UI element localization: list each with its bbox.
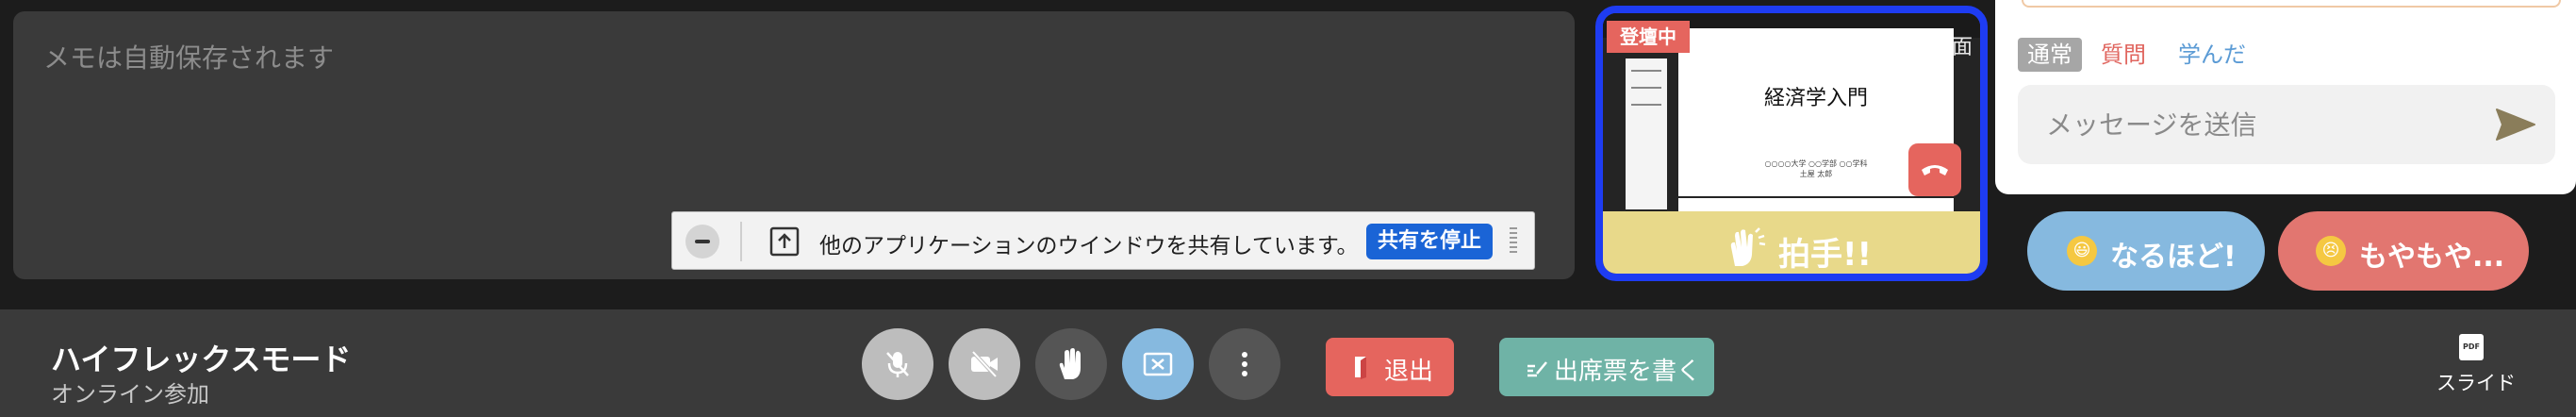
leave-button[interactable]: 退出 <box>1326 338 1454 396</box>
reaction-confused-button[interactable]: 😣 もやもや... <box>2278 211 2529 291</box>
mic-off-icon <box>886 352 909 377</box>
send-icon[interactable] <box>2493 102 2538 147</box>
tab-learned[interactable]: 学んだ <box>2178 38 2246 72</box>
share-message: 他のアプリケーションのウインドウを共有しています。 <box>819 234 1359 259</box>
more-vertical-icon <box>1242 352 1247 376</box>
slide-title: 経済学入門 <box>1763 87 1868 110</box>
app-root: メモは自動保存されます 他のアプリケーションのウインドウを共有しています。 共有… <box>0 0 2576 417</box>
slide-label: スライド <box>2436 372 2516 394</box>
preview-thumbnail-strip <box>1626 58 1667 209</box>
mode-subtitle: オンライン参加 <box>51 381 209 408</box>
slide-pdf-button[interactable]: PDF スライド <box>2425 334 2516 400</box>
camera-off-icon <box>971 350 998 378</box>
leave-label: 退出 <box>1384 358 1434 386</box>
screen-share-bar: 他のアプリケーションのウインドウを共有しています。 共有を停止 <box>671 211 1535 270</box>
bottom-control-bar: ハイフレックスモード オンライン参加 退出 出席票を書く PDF スライド <box>0 309 2576 417</box>
applause-button[interactable]: 拍手!! <box>1603 211 1980 274</box>
on-stage-badge: 登壇中 <box>1607 21 1690 53</box>
screen-share-button[interactable] <box>1122 328 1194 400</box>
applause-label: 拍手!! <box>1778 236 1873 274</box>
clapping-hands-icon <box>1730 227 1766 266</box>
reaction-confused-label: もやもや... <box>2359 241 2505 274</box>
message-input[interactable] <box>2046 106 2461 143</box>
reaction-agree-button[interactable]: 😃 なるほど! <box>2027 211 2265 291</box>
mic-toggle-button[interactable] <box>862 328 933 400</box>
tab-normal[interactable]: 通常 <box>2018 38 2082 72</box>
chat-top-edge <box>2022 0 2561 8</box>
mode-title: ハイフレックスモード <box>51 342 352 377</box>
upload-window-icon <box>769 226 800 257</box>
memo-placeholder: メモは自動保存されます <box>43 42 335 74</box>
stop-sharing-button[interactable]: 共有を停止 <box>1366 224 1494 259</box>
presenter-video-card[interactable]: 画面 経済学入門 ○○○○大学 ○○学部 ○○学科 土屋 太郎 登壇中 <box>1595 6 1988 281</box>
exit-door-icon <box>1355 357 1366 379</box>
drag-handle-icon[interactable] <box>1510 227 1517 256</box>
message-input-box <box>2018 85 2555 164</box>
hand-icon <box>1059 348 1081 379</box>
attendance-button[interactable]: 出席票を書く <box>1499 338 1714 396</box>
pdf-icon: PDF <box>2459 334 2484 360</box>
minimize-share-bar-button[interactable] <box>685 225 719 259</box>
phone-hangup-icon <box>1922 165 1948 175</box>
smile-emoji-icon: 😃 <box>2067 236 2097 266</box>
hang-up-button[interactable] <box>1908 143 1961 196</box>
attendance-label: 出席票を書く <box>1554 358 1702 386</box>
more-options-button[interactable] <box>1209 328 1280 400</box>
tab-question[interactable]: 質問 <box>2101 38 2146 72</box>
slide-preview-lower <box>1678 198 1954 211</box>
confused-emoji-icon: 😣 <box>2316 236 2346 266</box>
memo-area[interactable]: メモは自動保存されます 他のアプリケーションのウインドウを共有しています。 共有… <box>13 11 1575 279</box>
share-bar-divider <box>740 222 742 261</box>
raise-hand-button[interactable] <box>1035 328 1107 400</box>
camera-toggle-button[interactable] <box>949 328 1020 400</box>
write-note-icon <box>1527 361 1547 377</box>
stop-screen-share-icon <box>1143 352 1173 376</box>
chat-panel: 通常 質問 学んだ <box>1995 0 2576 194</box>
reaction-agree-label: なるほど! <box>2110 241 2237 274</box>
